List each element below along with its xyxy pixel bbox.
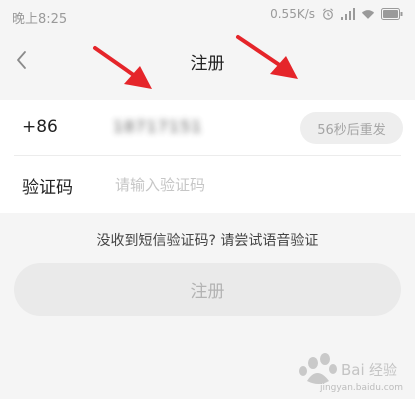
status-bar: 晚上8:25 0.55K/s [0,0,415,32]
register-button[interactable]: 注册 [14,263,401,316]
country-code[interactable]: +86 [22,117,58,137]
register-form: +86 18717151 56秒后重发 验证码 [0,100,415,213]
signal-icon [341,8,355,20]
code-row: 验证码 [0,156,415,211]
code-label: 验证码 [22,178,73,198]
battery-icon [381,8,403,20]
phone-number-field[interactable]: 18717151 [113,117,202,136]
svg-text:经验: 经验 [369,363,397,379]
alarm-icon [322,8,334,20]
voice-verification-link[interactable]: 没收到短信验证码? 请尝试语音验证 [0,230,415,250]
status-icons: 0.55K/s [270,7,403,21]
verification-code-input[interactable] [113,169,297,201]
wifi-icon [361,10,375,19]
status-time: 晚上8:25 [12,12,68,27]
page-title: 注册 [190,54,225,74]
phone-row: +86 18717151 56秒后重发 [0,100,415,155]
watermark-url: jingyan.baidu.com [319,383,403,393]
resend-code-button[interactable]: 56秒后重发 [300,112,403,144]
header: 注册 [0,32,415,90]
network-speed: 0.55K/s [270,7,315,21]
svg-text:Bai: Bai [341,361,365,379]
